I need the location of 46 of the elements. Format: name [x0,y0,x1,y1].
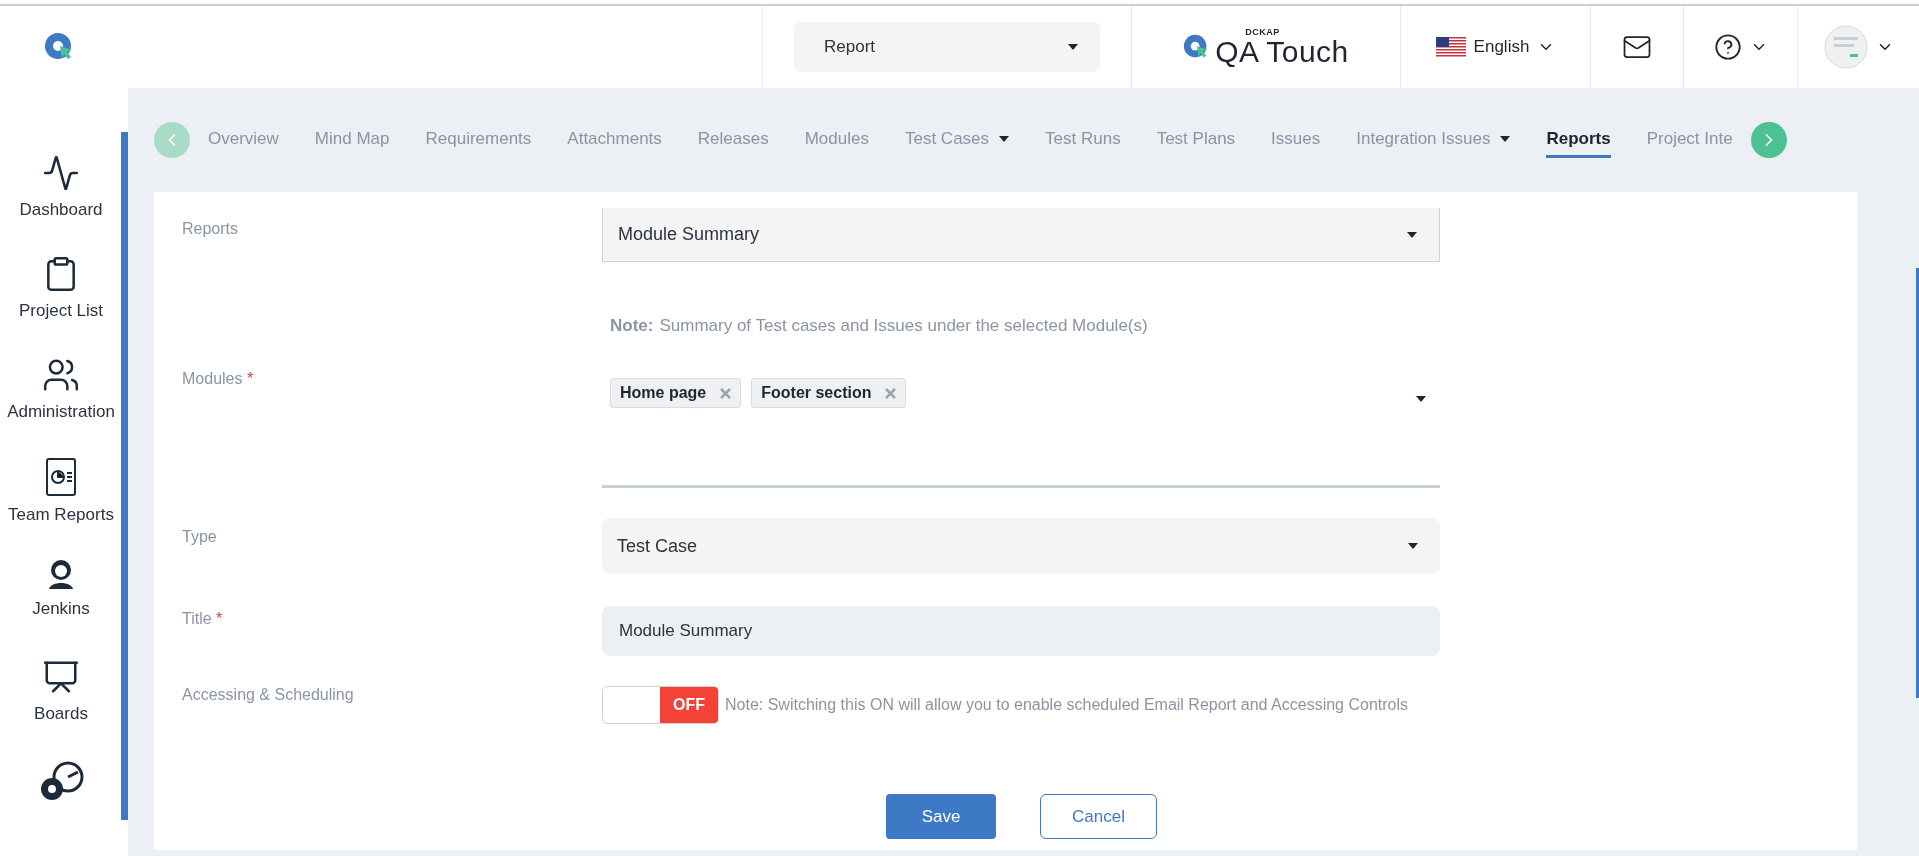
sidebar-item[interactable]: Dashboard [19,154,109,255]
note-text: Note: Summary of Test cases and Issues under the selected Module(s) [609,315,1149,336]
tab[interactable]: Reports [1546,122,1611,158]
required-mark: * [216,610,223,627]
field-label: Title * [182,609,224,629]
avatar-icon[interactable] [1823,25,1868,69]
title-field[interactable]: Module Summary [602,606,1440,656]
logo-icon[interactable] [44,32,74,62]
caret-icon [1068,44,1078,50]
save-button[interactable]: Save [886,794,996,839]
caret-icon [1416,396,1426,402]
sidebar-item[interactable]: Administration [7,355,121,457]
required-mark: * [246,370,254,387]
previous-button[interactable] [154,122,190,158]
note-text: Note: Switching this ON will allow you to enable scheduled Email Report and Accessing Controls [725,696,1408,714]
next-button[interactable] [1750,122,1787,158]
type-select[interactable]: Test Case [602,518,1440,574]
scrollbar[interactable] [121,132,128,820]
butler-icon [46,557,76,592]
sidebar-item[interactable]: Jenkins [32,557,96,659]
sidebar-item[interactable]: Project List [18,254,110,356]
remove-icon[interactable] [885,387,897,399]
remove-icon[interactable] [720,387,732,399]
field-label: Accessing & Scheduling [182,686,355,705]
report-icon [45,456,77,497]
module-chip[interactable]: Footer section [751,378,907,408]
pulse-icon [42,154,80,192]
field-label: Type [182,527,218,547]
scrollbar[interactable] [1916,268,1919,698]
brand-name: QA Touch [1215,36,1349,67]
sidebar-item[interactable]: Team Reports [8,456,120,558]
language-select[interactable]: English [1473,37,1530,57]
cancel-button[interactable]: Cancel [1040,794,1157,839]
reports-select[interactable]: Module Summary [602,208,1440,262]
help-icon[interactable] [1713,33,1742,61]
report-select[interactable]: Report [794,22,1100,72]
field-label: Reports [182,219,240,239]
brand-small-text: DCKAP [1245,27,1281,37]
caret-icon [1408,543,1418,549]
field-label: Modules * [182,370,255,389]
flag-icon [1435,37,1466,57]
modules-select[interactable]: Home page Footer section [602,370,1440,488]
caret-icon [1407,231,1417,238]
toggle-switch[interactable]: OFF [602,686,719,724]
module-chip[interactable]: Home page [610,378,742,408]
sidebar-item[interactable]: Boards [34,658,94,760]
